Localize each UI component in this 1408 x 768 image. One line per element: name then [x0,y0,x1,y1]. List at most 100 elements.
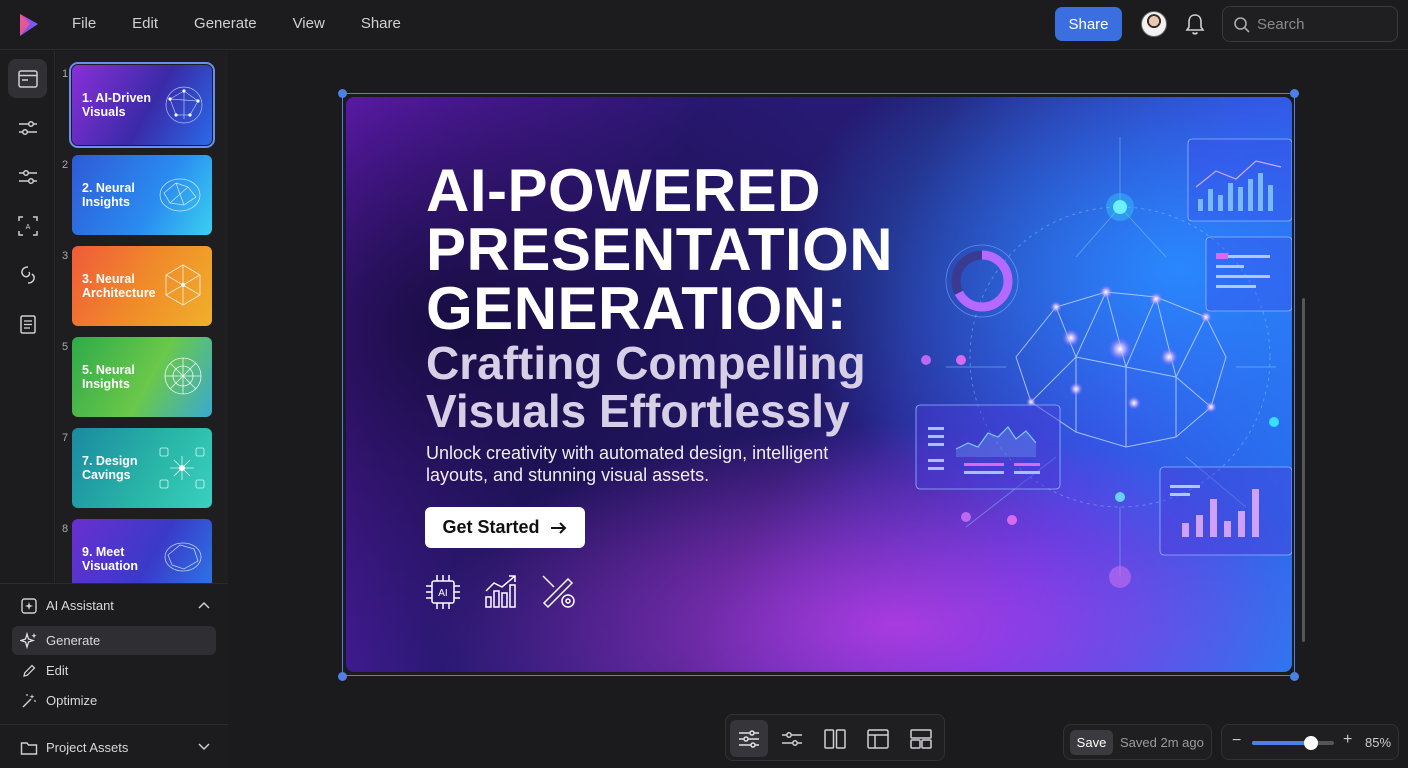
share-button[interactable]: Share [1055,7,1122,41]
save-button[interactable]: Save [1070,730,1113,755]
sliders-icon [18,120,37,135]
slide-body-text[interactable]: Unlock creativity with automated design,… [426,442,886,486]
growth-chart-icon [485,575,516,608]
sliders-icon [18,169,37,184]
slide-thumbnail-7[interactable]: 7. Design Cavings [72,428,212,508]
slide-thumbnail-3[interactable]: 3. Neural Architecture [72,246,212,326]
get-started-button[interactable]: Get Started [425,507,585,548]
get-started-label: Get Started [442,517,540,537]
slide-title[interactable]: AI-POWERED PRESENTATION GENERATION: [426,161,926,339]
slide-thumbnails: 1 1. AI-Driven Visuals 2 2. Neural Insig… [56,51,228,583]
bell-icon[interactable] [1184,12,1206,36]
resize-handle[interactable] [1290,89,1299,98]
panel-divider [0,724,228,725]
slide-number: 5 [62,341,69,353]
thumbnail-label: 1. AI-Driven Visuals [82,91,152,119]
resize-handle[interactable] [1290,672,1299,681]
menu-file[interactable]: File [72,15,96,32]
top-bar: File Edit Generate View Share Share [0,0,1408,50]
search-input[interactable] [1257,14,1387,34]
two-column-layout-button[interactable] [816,720,854,757]
main-menu: File Edit Generate View Share [72,15,437,32]
adjust-tool[interactable] [8,108,47,147]
brain-network-icon [164,542,202,572]
zoom-slider[interactable] [1252,736,1334,750]
resize-handle[interactable] [338,672,347,681]
menu-view[interactable]: View [293,15,325,32]
text-frame-icon: A [17,215,38,236]
folder-icon [20,741,38,755]
brain-network-icon [165,86,203,124]
pencil-icon [23,664,36,677]
brain-icon [159,178,201,212]
columns-icon [824,728,846,749]
search-icon [1234,17,1250,33]
slides-view-tool[interactable] [8,59,47,98]
ai-generate-item[interactable]: Generate [12,626,216,655]
menu-edit[interactable]: Edit [132,15,158,32]
ai-assistant-panel: AI Assistant Generate Edit Optimize Proj… [0,583,228,768]
svg-text:AI: AI [438,588,447,599]
layout-toolbar [725,714,945,761]
menu-share[interactable]: Share [361,15,401,32]
slide-canvas[interactable]: AI-POWERED PRESENTATION GENERATION: Craf… [346,97,1292,672]
ai-edit-item[interactable]: Edit [12,656,216,685]
slide-number: 3 [62,250,69,262]
zoom-level: 85% [1365,735,1392,750]
thumbnail-label: 7. Design Cavings [82,454,138,482]
sliders-icon [739,729,759,748]
slide-number: 2 [62,159,69,171]
avatar[interactable] [1141,11,1167,37]
text-frame-tool[interactable]: A [8,206,47,245]
properties-button[interactable] [773,720,811,757]
canvas-scrollbar[interactable] [1302,298,1305,642]
zoom-slider-knob[interactable] [1304,736,1319,750]
grid-layout-button[interactable] [902,720,940,757]
grid-layout-icon [910,728,932,749]
slide-thumbnail-8[interactable]: 9. Meet Visuation [72,519,212,583]
thumbnail-label: 5. Neural Insights [82,363,135,391]
tool-rail: A [0,51,55,583]
properties-tool[interactable] [8,157,47,196]
magic-wand-icon [22,693,36,707]
sliders-icon [782,731,802,746]
chevron-up-icon [198,601,210,609]
svg-text:A: A [25,224,30,231]
zoom-out-button[interactable]: − [1232,732,1241,750]
thumbnail-label: 2. Neural Insights [82,181,135,209]
magic-tool[interactable] [8,255,47,294]
slide-number: 1 [62,68,69,80]
header-layout-button[interactable] [859,720,897,757]
search-box[interactable] [1222,6,1398,42]
zoom-control: − + 85% [1221,724,1399,760]
adjust-layout-button[interactable] [730,720,768,757]
menu-generate[interactable]: Generate [194,15,257,32]
sparkle-icon [20,631,37,649]
slide-subtitle[interactable]: Crafting Compelling Visuals Effortlessly [426,339,926,435]
zoom-in-button[interactable]: + [1343,731,1352,749]
save-status: Save Saved 2m ago [1063,724,1212,760]
slide-thumbnail-1[interactable]: 1. AI-Driven Visuals [69,62,215,148]
project-assets-header[interactable]: Project Assets [12,733,216,762]
arrow-right-icon [550,521,566,534]
ai-brain-illustration [915,137,1292,588]
ai-assistant-header[interactable]: AI Assistant [12,591,216,620]
app-logo-icon[interactable] [16,12,42,38]
slide-number: 8 [62,523,69,535]
ai-optimize-item[interactable]: Optimize [12,686,216,715]
project-assets-label: Project Assets [46,740,129,755]
ai-edit-label: Edit [46,663,69,678]
notes-tool[interactable] [8,304,47,343]
ai-optimize-label: Optimize [46,693,98,708]
resize-handle[interactable] [338,89,347,98]
ai-generate-label: Generate [46,633,101,648]
thumbnail-label: 3. Neural Architecture [82,272,156,300]
layout-icon [867,728,889,749]
design-network-icon [159,447,205,489]
slide-thumbnail-5[interactable]: 5. Neural Insights [72,337,212,417]
design-tools-icon [542,575,575,609]
feature-icons: AI [424,573,578,611]
slide-number: 7 [62,432,69,444]
slide-thumbnail-2[interactable]: 2. Neural Insights [72,155,212,235]
window-icon [17,69,38,88]
